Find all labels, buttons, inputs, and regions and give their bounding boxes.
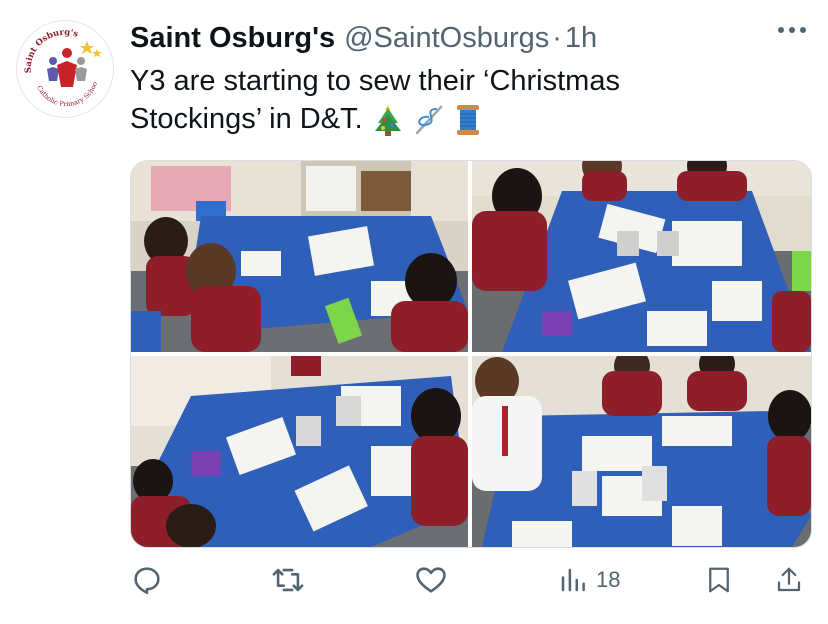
avatar[interactable]: Saint Osburg's Catholic Primary School: [16, 20, 114, 118]
tweet-text-line-1: Y3 are starting to sew their ‘Christmas: [130, 65, 620, 97]
views-button[interactable]: 18: [558, 562, 620, 598]
needle-thread-icon: [415, 106, 442, 135]
timestamp[interactable]: 1h: [565, 22, 597, 55]
like-button[interactable]: [414, 562, 448, 598]
heart-icon: [416, 567, 446, 593]
tweet-text: Y3 are starting to sew their ‘Christmas …: [130, 62, 730, 138]
tweet-header: Saint Osburg's @SaintOsburgs · 1h: [130, 20, 804, 56]
share-button[interactable]: [774, 562, 804, 598]
classroom-photo-3[interactable]: [131, 356, 468, 547]
more-options-icon[interactable]: [778, 27, 806, 37]
reply-button[interactable]: [130, 562, 164, 598]
classroom-photo-4[interactable]: [472, 356, 811, 547]
classroom-photo-2[interactable]: [472, 161, 811, 352]
retweet-button[interactable]: [270, 562, 306, 598]
tweet-actions: 18: [130, 562, 810, 598]
display-name[interactable]: Saint Osburg's: [130, 22, 335, 55]
media-grid[interactable]: [130, 160, 812, 548]
christmas-tree-icon: [374, 105, 401, 137]
views-icon: [561, 568, 585, 592]
retweet-icon: [272, 568, 304, 592]
school-logo-icon: Saint Osburg's Catholic Primary School: [17, 21, 111, 115]
separator-dot: ·: [552, 21, 562, 54]
classroom-photo-1[interactable]: [131, 161, 468, 352]
share-icon: [777, 567, 801, 592]
spool-icon: [456, 105, 479, 136]
reply-icon: [134, 567, 160, 595]
bookmark-button[interactable]: [704, 562, 734, 598]
tweet-text-line-2: Stockings’ in D&T.: [130, 103, 363, 135]
bookmark-icon: [709, 567, 729, 593]
views-count: 18: [596, 567, 621, 592]
handle[interactable]: @SaintOsburgs: [344, 22, 549, 55]
